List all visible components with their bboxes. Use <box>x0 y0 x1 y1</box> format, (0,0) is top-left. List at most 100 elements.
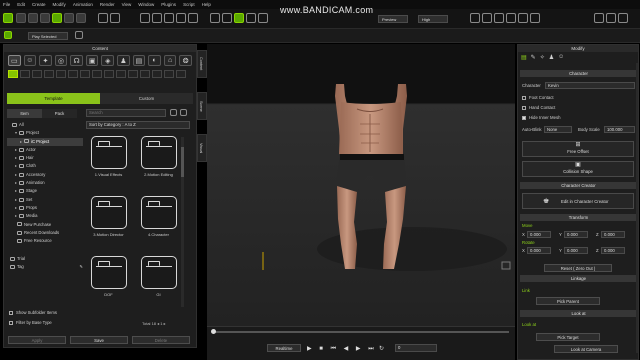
side-tab-visual[interactable]: Visual <box>197 134 207 162</box>
tree-item-all[interactable]: All <box>7 121 83 129</box>
3d-viewport[interactable] <box>207 44 515 326</box>
redo-icon[interactable] <box>110 13 120 23</box>
refresh-icon[interactable] <box>170 109 177 116</box>
play-selected-select[interactable]: Play Selected <box>28 32 68 40</box>
menu-item-plugins[interactable]: Plugins <box>161 2 176 7</box>
grid-toggle-icon[interactable] <box>234 13 244 23</box>
lookat-section-header[interactable]: Look at <box>520 310 637 317</box>
layout-a-icon[interactable] <box>594 13 604 23</box>
sub-category-2-icon[interactable] <box>20 70 30 78</box>
tree-item-new-purchase[interactable]: New Purchase <box>7 221 83 229</box>
stage-category-icon[interactable]: ◐ <box>148 55 161 66</box>
sub-category-3-icon[interactable] <box>32 70 42 78</box>
project-category-icon[interactable]: ▭ <box>8 55 21 66</box>
tree-item-hair[interactable]: ▸ Hair <box>7 154 83 162</box>
tag-tag[interactable]: Tag ✎ <box>7 263 83 271</box>
timeline-playhead[interactable] <box>211 329 216 334</box>
character-name-input[interactable]: Kevin <box>545 82 635 89</box>
tree-item-stage[interactable]: ▸ Stage <box>7 187 83 195</box>
menu-item-help[interactable]: Help <box>202 2 211 7</box>
sub-category-5-icon[interactable] <box>56 70 66 78</box>
prop-category-icon[interactable]: ▤ <box>132 55 146 66</box>
sub-category-7-icon[interactable] <box>80 70 90 78</box>
cloud-icon[interactable] <box>76 13 86 23</box>
menu-item-edit[interactable]: Edit <box>17 2 25 7</box>
rotate-tool-icon[interactable] <box>164 13 174 23</box>
pick-parent-button[interactable]: Pick Parent <box>536 297 600 305</box>
tree-item-project[interactable]: ▾ Project <box>7 129 83 137</box>
expand-arrow-icon[interactable]: ▸ <box>15 163 17 168</box>
tree-item-set[interactable]: ▸ Set <box>7 196 83 204</box>
creator-section-header[interactable]: Character Creator <box>520 182 637 189</box>
video-icon[interactable] <box>494 13 504 23</box>
tag-trial[interactable]: Trial <box>7 255 83 263</box>
face-category-icon[interactable]: ◎ <box>54 55 68 66</box>
expand-arrow-icon[interactable]: ▸ <box>20 139 22 144</box>
option-filter-base-type[interactable]: Filter by Base Type <box>9 320 52 325</box>
content-search-input[interactable]: Search <box>86 109 166 117</box>
sub-category-8-icon[interactable] <box>92 70 102 78</box>
content-scrollbar-thumb[interactable] <box>181 147 184 177</box>
move-z-input[interactable]: 0.000 <box>601 231 625 238</box>
animation-category-icon[interactable]: ♟ <box>117 55 130 66</box>
tree-item-actor[interactable]: ▸ Actor <box>7 146 83 154</box>
check-hide-inner-mesh[interactable]: Hide Inner Mesh <box>522 115 561 120</box>
menu-item-render[interactable]: Render <box>100 2 115 7</box>
filter-icon[interactable] <box>180 109 187 116</box>
timeline-track[interactable] <box>213 331 509 333</box>
rotate-z-input[interactable]: 0.000 <box>601 247 625 254</box>
menu-item-view[interactable]: View <box>122 2 132 7</box>
sub-category-13-icon[interactable] <box>152 70 162 78</box>
play-mode-icon[interactable] <box>4 31 12 39</box>
preview-select[interactable]: Preview <box>378 15 408 23</box>
stats-icon[interactable] <box>506 13 516 23</box>
open-project-icon[interactable] <box>28 13 38 23</box>
help-icon[interactable] <box>530 13 540 23</box>
tab-custom[interactable]: Custom <box>100 93 193 104</box>
edit-in-cc-button[interactable]: ♚ Edit in Character Creator <box>522 193 634 209</box>
tree-item-animation[interactable]: ▸ Animation <box>7 179 83 187</box>
folder-tile[interactable]: 3.Motion Director <box>86 196 131 237</box>
cloth-category-icon[interactable]: ▣ <box>85 55 99 66</box>
menu-item-window[interactable]: Window <box>138 2 154 7</box>
actor-category-icon[interactable]: ☺ <box>23 55 37 66</box>
menu-item-modify[interactable]: Modify <box>53 2 66 7</box>
select-icon[interactable] <box>140 13 150 23</box>
folder-tile[interactable]: DOF <box>86 256 131 297</box>
content-scrollbar[interactable] <box>181 137 184 307</box>
move-x-input[interactable]: 0.000 <box>527 231 551 238</box>
pan-icon[interactable] <box>258 13 268 23</box>
menu-item-script[interactable]: Script <box>183 2 195 7</box>
tree-item-recent-downloads[interactable]: Recent Downloads <box>7 229 83 237</box>
hair-category-icon[interactable]: ☊ <box>70 55 83 66</box>
camera-icon[interactable] <box>210 13 220 23</box>
sub-category-1-icon[interactable] <box>8 70 18 78</box>
check-hand-contact[interactable]: Hand Contact <box>522 105 555 110</box>
move-tool-icon[interactable] <box>152 13 162 23</box>
side-tab-scene[interactable]: Scene <box>197 92 207 120</box>
sub-category-15-icon[interactable] <box>176 70 186 78</box>
expand-arrow-icon[interactable]: ▸ <box>15 188 17 193</box>
sub-category-11-icon[interactable] <box>128 70 138 78</box>
export-icon[interactable] <box>64 13 74 23</box>
render-icon[interactable] <box>470 13 480 23</box>
expand-arrow-icon[interactable]: ▸ <box>15 172 17 177</box>
character-section-header[interactable]: Character <box>520 70 637 77</box>
rotate-y-input[interactable]: 0.000 <box>564 247 588 254</box>
tree-item-ic-project[interactable]: ▸ iC Project <box>7 137 83 146</box>
reset-zero-out-button[interactable]: Reset ( Zero Out ) <box>544 264 612 272</box>
check-foot-contact[interactable]: Foot Contact <box>522 95 554 100</box>
media-category-icon[interactable]: ❂ <box>179 55 192 66</box>
accessory-category-icon[interactable]: ◈ <box>101 55 115 66</box>
modify-scrollbar[interactable] <box>636 63 638 353</box>
sub-category-4-icon[interactable] <box>44 70 54 78</box>
settings-icon[interactable] <box>518 13 528 23</box>
side-tab-content[interactable]: Content <box>197 50 207 78</box>
screenshot-icon[interactable] <box>482 13 492 23</box>
set-category-icon[interactable]: ⌂ <box>163 55 177 66</box>
lookat-camera-button[interactable]: Look at Camera <box>554 345 618 353</box>
pick-target-button[interactable]: Pick Target <box>536 333 600 341</box>
menu-item-create[interactable]: Create <box>32 2 46 7</box>
tab-attribute-icon[interactable]: ▤ <box>521 54 527 61</box>
loop-icon[interactable]: ↻ <box>379 345 384 352</box>
